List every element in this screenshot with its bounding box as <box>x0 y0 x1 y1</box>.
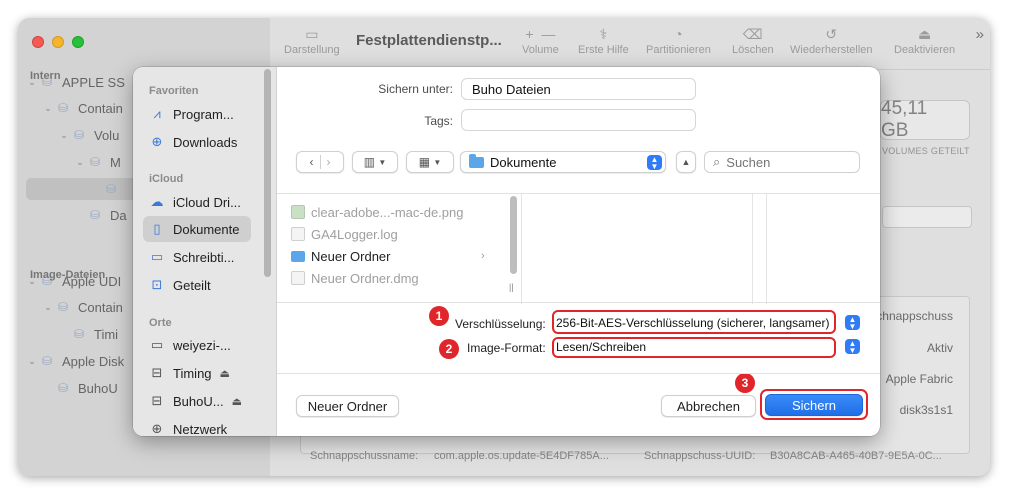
disk-image-icon <box>291 271 305 285</box>
annotation-badge-2: 2 <box>439 339 459 359</box>
chevron-right-icon[interactable]: › <box>327 155 331 169</box>
chevron-down-icon: ▼ <box>378 157 387 167</box>
sidebar-item-programs[interactable]: ⩘ Program... <box>143 101 251 127</box>
footer-divider <box>277 373 880 374</box>
cancel-button[interactable]: Abbrechen <box>661 395 756 417</box>
column-divider <box>752 194 753 304</box>
list-item[interactable]: Neuer Ordner.dmg <box>291 268 419 288</box>
shared-folder-icon: ⊡ <box>151 277 163 292</box>
new-folder-button[interactable]: Neuer Ordner <box>296 395 399 417</box>
location-select[interactable]: Dokumente ▲ ▼ <box>460 151 666 173</box>
sidebar-item-icloud-drive[interactable]: ☁ iCloud Dri... <box>143 189 251 215</box>
computer-icon: ▭ <box>150 337 164 352</box>
updown-icon: ▲ ▼ <box>845 315 860 330</box>
annotation-badge-3: 3 <box>735 373 755 393</box>
save-as-input[interactable] <box>461 78 696 100</box>
column-divider <box>521 194 522 304</box>
sidebar-item-network[interactable]: ⊕ Netzwerk <box>143 416 251 436</box>
chevron-down-icon: ▼ <box>433 157 442 167</box>
tags-input[interactable] <box>461 109 696 131</box>
updown-icon: ▲ ▼ <box>845 339 860 354</box>
file-browser: clear-adobe...-mac-de.png GA4Logger.log … <box>277 193 880 304</box>
image-format-label: Image-Format: <box>467 341 546 355</box>
cloud-icon: ☁ <box>150 194 164 209</box>
sidebar-item-buhou[interactable]: ⊟ BuhoU... ⏏ <box>143 388 251 414</box>
columns-icon: ▥ <box>363 155 376 169</box>
search-input[interactable] <box>726 154 847 170</box>
annotation-ring-format <box>552 337 836 358</box>
drive-icon: ⊟ <box>151 365 163 380</box>
chevron-left-icon[interactable]: ‹ <box>310 155 314 169</box>
back-forward-buttons[interactable]: ‹ › <box>296 151 344 173</box>
sidebar-scrollbar[interactable] <box>264 69 271 277</box>
chevron-up-icon: ▲ <box>681 157 691 167</box>
save-as-label: Sichern unter: <box>378 82 453 96</box>
search-icon: ⌕ <box>713 154 721 169</box>
document-icon: ▯ <box>153 221 161 236</box>
column-divider <box>766 194 767 304</box>
sidebar-item-timing[interactable]: ⊟ Timing ⏏ <box>143 360 251 386</box>
save-dialog-sidebar: Favoriten ⩘ Program... ⊕ Downloads iCloud … <box>133 67 277 436</box>
save-dialog: Favoriten ⩘ Program... ⊕ Downloads iCloud … <box>133 67 880 436</box>
sidebar-head-places: Orte <box>149 317 172 329</box>
download-icon: ⊕ <box>151 134 163 149</box>
search-field[interactable]: ⌕ <box>704 151 860 173</box>
sidebar-item-shared[interactable]: ⊡ Geteilt <box>143 272 251 298</box>
tags-label: Tags: <box>424 114 453 128</box>
browser-scrollbar[interactable] <box>510 196 517 274</box>
image-file-icon <box>291 205 305 219</box>
collapse-button[interactable]: ▲ <box>676 151 696 173</box>
view-mode-button[interactable]: ▥ ▼ <box>352 151 398 173</box>
drive-icon: ⊟ <box>151 393 163 408</box>
sidebar-item-desktop[interactable]: ▭ Schreibti... <box>143 244 251 270</box>
desktop-icon: ▭ <box>150 249 164 264</box>
sidebar-item-documents[interactable]: ▯ Dokumente <box>143 216 251 242</box>
grid-icon: ▦ <box>418 155 431 169</box>
eject-icon[interactable]: ⏏ <box>220 367 230 380</box>
annotation-badge-1: 1 <box>429 306 449 326</box>
document-file-icon <box>291 227 305 241</box>
sidebar-head-favorites: Favoriten <box>149 85 199 97</box>
save-button[interactable]: Sichern <box>765 394 863 416</box>
list-item[interactable]: Neuer Ordner › <box>291 246 485 266</box>
column-resize-icon[interactable]: || <box>509 282 514 292</box>
apps-icon: ⩘ <box>153 106 161 121</box>
sidebar-item-downloads[interactable]: ⊕ Downloads <box>143 129 251 155</box>
folder-icon <box>469 153 484 168</box>
list-item[interactable]: GA4Logger.log <box>291 224 398 244</box>
annotation-ring-encryption <box>552 310 836 334</box>
sidebar-head-icloud: iCloud <box>149 173 184 185</box>
chevron-right-icon: › <box>481 250 485 262</box>
globe-icon: ⊕ <box>151 421 163 436</box>
group-button[interactable]: ▦ ▼ <box>406 151 454 173</box>
eject-icon[interactable]: ⏏ <box>232 395 242 408</box>
list-item[interactable]: clear-adobe...-mac-de.png <box>291 202 463 222</box>
folder-icon <box>291 250 305 262</box>
updown-icon: ▲ ▼ <box>647 155 662 170</box>
sidebar-item-computer[interactable]: ▭ weiyezi-... <box>143 332 251 358</box>
encryption-label: Verschlüsselung: <box>455 317 546 331</box>
